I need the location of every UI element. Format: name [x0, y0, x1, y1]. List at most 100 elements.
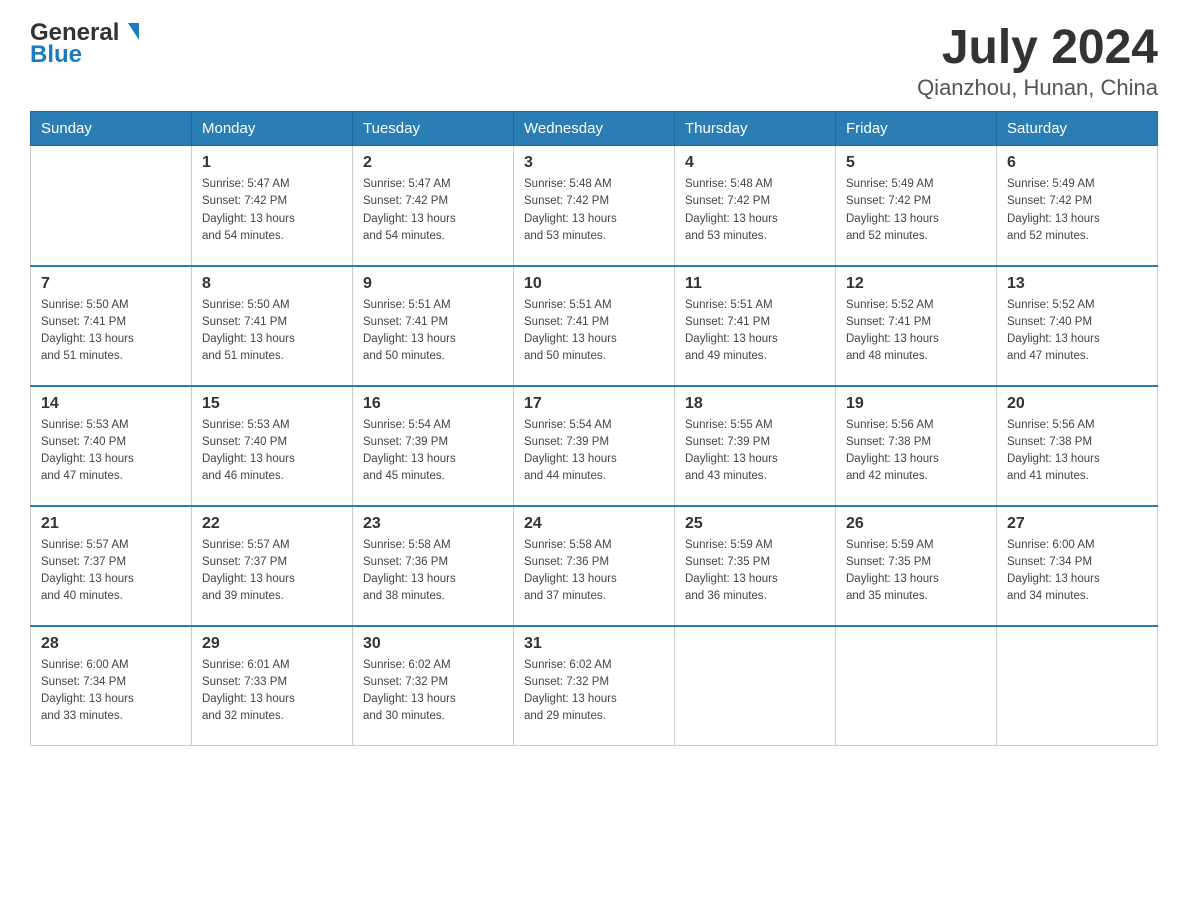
day-number: 25 [685, 515, 825, 533]
table-row: 7 Sunrise: 5:50 AMSunset: 7:41 PMDayligh… [31, 266, 192, 386]
calendar-week-row: 28 Sunrise: 6:00 AMSunset: 7:34 PMDaylig… [31, 626, 1158, 746]
day-info: Sunrise: 5:58 AMSunset: 7:36 PMDaylight:… [363, 539, 456, 603]
table-row: 15 Sunrise: 5:53 AMSunset: 7:40 PMDaylig… [192, 386, 353, 506]
calendar-week-row: 21 Sunrise: 5:57 AMSunset: 7:37 PMDaylig… [31, 506, 1158, 626]
day-number: 14 [41, 395, 181, 413]
table-row: 6 Sunrise: 5:49 AMSunset: 7:42 PMDayligh… [997, 146, 1158, 266]
table-row: 23 Sunrise: 5:58 AMSunset: 7:36 PMDaylig… [353, 506, 514, 626]
table-row: 3 Sunrise: 5:48 AMSunset: 7:42 PMDayligh… [514, 146, 675, 266]
table-row: 16 Sunrise: 5:54 AMSunset: 7:39 PMDaylig… [353, 386, 514, 506]
table-row: 22 Sunrise: 5:57 AMSunset: 7:37 PMDaylig… [192, 506, 353, 626]
logo-mark: General Blue [30, 20, 139, 69]
table-row: 9 Sunrise: 5:51 AMSunset: 7:41 PMDayligh… [353, 266, 514, 386]
table-row: 25 Sunrise: 5:59 AMSunset: 7:35 PMDaylig… [675, 506, 836, 626]
calendar-table: Sunday Monday Tuesday Wednesday Thursday… [30, 111, 1158, 746]
table-row [675, 626, 836, 746]
day-info: Sunrise: 5:47 AMSunset: 7:42 PMDaylight:… [363, 178, 456, 242]
day-info: Sunrise: 5:51 AMSunset: 7:41 PMDaylight:… [685, 299, 778, 363]
table-row: 26 Sunrise: 5:59 AMSunset: 7:35 PMDaylig… [836, 506, 997, 626]
table-row: 29 Sunrise: 6:01 AMSunset: 7:33 PMDaylig… [192, 626, 353, 746]
day-info: Sunrise: 5:54 AMSunset: 7:39 PMDaylight:… [363, 419, 456, 483]
col-saturday: Saturday [997, 112, 1158, 146]
day-number: 11 [685, 275, 825, 293]
logo-triangle-icon [128, 23, 139, 40]
day-info: Sunrise: 6:02 AMSunset: 7:32 PMDaylight:… [363, 659, 456, 723]
table-row: 12 Sunrise: 5:52 AMSunset: 7:41 PMDaylig… [836, 266, 997, 386]
day-info: Sunrise: 6:01 AMSunset: 7:33 PMDaylight:… [202, 659, 295, 723]
logo-blue-text: Blue [30, 42, 82, 68]
day-info: Sunrise: 5:50 AMSunset: 7:41 PMDaylight:… [41, 299, 134, 363]
day-number: 2 [363, 154, 503, 172]
day-number: 29 [202, 635, 342, 653]
table-row: 8 Sunrise: 5:50 AMSunset: 7:41 PMDayligh… [192, 266, 353, 386]
day-number: 28 [41, 635, 181, 653]
day-number: 18 [685, 395, 825, 413]
table-row: 1 Sunrise: 5:47 AMSunset: 7:42 PMDayligh… [192, 146, 353, 266]
day-info: Sunrise: 5:59 AMSunset: 7:35 PMDaylight:… [846, 539, 939, 603]
day-number: 31 [524, 635, 664, 653]
table-row [836, 626, 997, 746]
day-number: 16 [363, 395, 503, 413]
day-info: Sunrise: 5:56 AMSunset: 7:38 PMDaylight:… [1007, 419, 1100, 483]
day-number: 4 [685, 154, 825, 172]
day-number: 7 [41, 275, 181, 293]
table-row: 20 Sunrise: 5:56 AMSunset: 7:38 PMDaylig… [997, 386, 1158, 506]
col-tuesday: Tuesday [353, 112, 514, 146]
day-info: Sunrise: 5:52 AMSunset: 7:41 PMDaylight:… [846, 299, 939, 363]
day-info: Sunrise: 5:52 AMSunset: 7:40 PMDaylight:… [1007, 299, 1100, 363]
calendar-title: July 2024 [917, 20, 1158, 75]
col-sunday: Sunday [31, 112, 192, 146]
col-thursday: Thursday [675, 112, 836, 146]
col-friday: Friday [836, 112, 997, 146]
location-subtitle: Qianzhou, Hunan, China [917, 75, 1158, 101]
table-row: 14 Sunrise: 5:53 AMSunset: 7:40 PMDaylig… [31, 386, 192, 506]
table-row: 4 Sunrise: 5:48 AMSunset: 7:42 PMDayligh… [675, 146, 836, 266]
table-row: 5 Sunrise: 5:49 AMSunset: 7:42 PMDayligh… [836, 146, 997, 266]
day-number: 23 [363, 515, 503, 533]
day-number: 22 [202, 515, 342, 533]
day-number: 21 [41, 515, 181, 533]
day-number: 17 [524, 395, 664, 413]
day-info: Sunrise: 5:47 AMSunset: 7:42 PMDaylight:… [202, 178, 295, 242]
day-info: Sunrise: 5:57 AMSunset: 7:37 PMDaylight:… [41, 539, 134, 603]
title-block: July 2024 Qianzhou, Hunan, China [917, 20, 1158, 101]
day-number: 30 [363, 635, 503, 653]
col-wednesday: Wednesday [514, 112, 675, 146]
day-info: Sunrise: 5:48 AMSunset: 7:42 PMDaylight:… [685, 178, 778, 242]
day-info: Sunrise: 5:56 AMSunset: 7:38 PMDaylight:… [846, 419, 939, 483]
table-row: 17 Sunrise: 5:54 AMSunset: 7:39 PMDaylig… [514, 386, 675, 506]
day-info: Sunrise: 5:57 AMSunset: 7:37 PMDaylight:… [202, 539, 295, 603]
day-number: 8 [202, 275, 342, 293]
day-number: 6 [1007, 154, 1147, 172]
day-info: Sunrise: 5:50 AMSunset: 7:41 PMDaylight:… [202, 299, 295, 363]
day-number: 5 [846, 154, 986, 172]
day-number: 20 [1007, 395, 1147, 413]
day-info: Sunrise: 5:54 AMSunset: 7:39 PMDaylight:… [524, 419, 617, 483]
header-row: Sunday Monday Tuesday Wednesday Thursday… [31, 112, 1158, 146]
day-info: Sunrise: 6:00 AMSunset: 7:34 PMDaylight:… [41, 659, 134, 723]
day-number: 12 [846, 275, 986, 293]
day-info: Sunrise: 5:58 AMSunset: 7:36 PMDaylight:… [524, 539, 617, 603]
table-row [997, 626, 1158, 746]
day-number: 24 [524, 515, 664, 533]
day-number: 27 [1007, 515, 1147, 533]
table-row: 2 Sunrise: 5:47 AMSunset: 7:42 PMDayligh… [353, 146, 514, 266]
calendar-week-row: 1 Sunrise: 5:47 AMSunset: 7:42 PMDayligh… [31, 146, 1158, 266]
table-row: 11 Sunrise: 5:51 AMSunset: 7:41 PMDaylig… [675, 266, 836, 386]
day-number: 3 [524, 154, 664, 172]
table-row: 10 Sunrise: 5:51 AMSunset: 7:41 PMDaylig… [514, 266, 675, 386]
day-info: Sunrise: 5:59 AMSunset: 7:35 PMDaylight:… [685, 539, 778, 603]
day-number: 26 [846, 515, 986, 533]
day-info: Sunrise: 5:53 AMSunset: 7:40 PMDaylight:… [41, 419, 134, 483]
day-number: 10 [524, 275, 664, 293]
day-info: Sunrise: 5:51 AMSunset: 7:41 PMDaylight:… [363, 299, 456, 363]
table-row: 27 Sunrise: 6:00 AMSunset: 7:34 PMDaylig… [997, 506, 1158, 626]
calendar-week-row: 7 Sunrise: 5:50 AMSunset: 7:41 PMDayligh… [31, 266, 1158, 386]
day-number: 19 [846, 395, 986, 413]
day-info: Sunrise: 5:49 AMSunset: 7:42 PMDaylight:… [1007, 178, 1100, 242]
table-row: 30 Sunrise: 6:02 AMSunset: 7:32 PMDaylig… [353, 626, 514, 746]
table-row [31, 146, 192, 266]
day-info: Sunrise: 5:53 AMSunset: 7:40 PMDaylight:… [202, 419, 295, 483]
day-info: Sunrise: 5:51 AMSunset: 7:41 PMDaylight:… [524, 299, 617, 363]
logo: General Blue [30, 20, 139, 69]
